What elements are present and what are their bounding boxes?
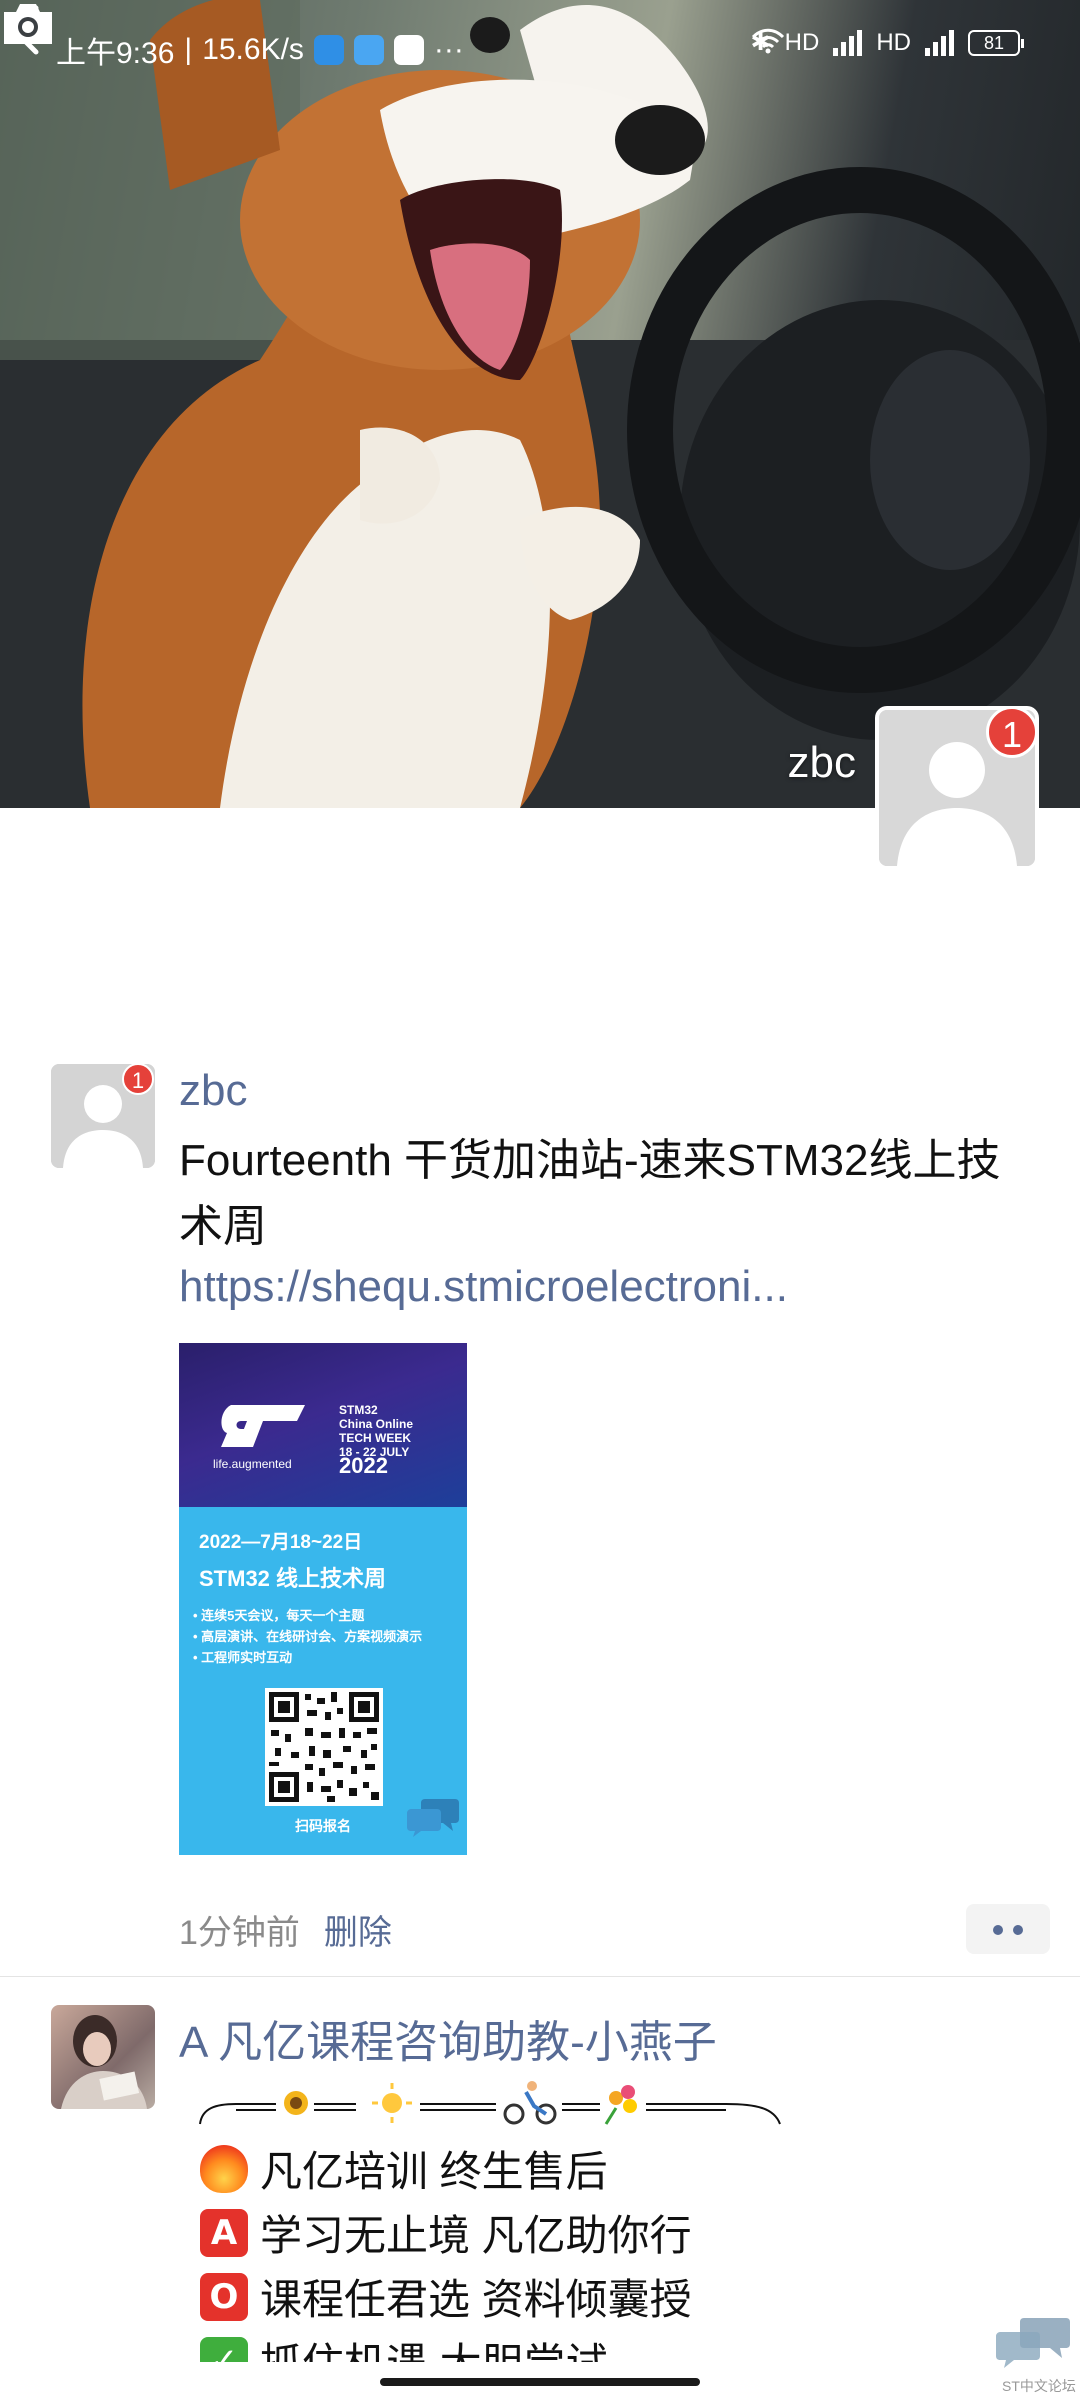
status-time: 上午9:36 <box>56 37 175 70</box>
more-notifications-icon: ··· <box>433 33 464 66</box>
poster-tagline: life.augmented <box>213 1457 292 1471</box>
more-actions-button[interactable] <box>966 1904 1050 1954</box>
home-indicator[interactable] <box>380 2378 700 2386</box>
post-divider <box>0 1976 1080 1977</box>
post-avatar[interactable] <box>51 2005 155 2109</box>
poster-date: 2022—7月18~22日 <box>199 1532 363 1553</box>
post-text: Fourteenth 干货加油站-速来STM32线上技术周 <box>179 1136 1001 1251</box>
weather-app-icon <box>353 35 384 65</box>
camera-icon[interactable] <box>0 0 56 48</box>
post-line: O 课程任君选 资料倾囊授 <box>200 2266 692 2327</box>
forum-logo-icon <box>407 1799 459 1837</box>
hd-label-2: HD <box>876 28 911 56</box>
notification-badge: 1 <box>986 706 1038 758</box>
network-speed: 15.6K/s <box>202 33 304 66</box>
fire-icon <box>200 2144 248 2193</box>
corgi-cover-illustration <box>0 0 1080 808</box>
dot-icon <box>1013 1925 1023 1935</box>
status-bar: 上午9:36 | 15.6K/s ··· ✱ HD HD 81 <box>0 0 1080 96</box>
decorative-divider-icon <box>199 2081 781 2125</box>
forum-watermark-text: ST中文论坛 <box>1002 2378 1076 2394</box>
post-image[interactable]: life.augmented STM32 China Online TECH W… <box>179 1343 467 1855</box>
wifi-icon <box>751 28 784 54</box>
o-button-icon: O <box>200 2272 248 2321</box>
post-link[interactable]: https://shequ.stmicroelectroni... <box>179 1262 788 1312</box>
post-author-name[interactable]: A 凡亿课程咨询助教-小燕子 <box>179 2006 717 2070</box>
status-right: ✱ HD HD 81 <box>751 28 1024 57</box>
qr-code-icon <box>265 1688 383 1806</box>
battery-icon: 81 <box>968 29 1024 56</box>
forum-watermark-icon <box>996 2318 1070 2368</box>
cloud-app-icon <box>313 35 344 65</box>
signal-icon <box>833 29 863 56</box>
poster-header: life.augmented STM32 China Online TECH W… <box>179 1343 467 1507</box>
a-button-icon: A <box>200 2208 248 2257</box>
post-author-name[interactable]: zbc <box>179 1066 247 1116</box>
post-meta: 1分钟前 删除 <box>179 1905 392 1954</box>
cover-photo[interactable]: 上午9:36 | 15.6K/s ··· ✱ HD HD 81 zbc <box>0 0 1080 808</box>
delete-button[interactable]: 删除 <box>324 1905 392 1954</box>
cover-username: zbc <box>787 738 856 787</box>
user-photo-avatar <box>61 2015 147 2109</box>
dot-icon <box>993 1925 1003 1935</box>
post-time: 1分钟前 <box>179 1914 300 1952</box>
post-line: 凡亿培训 终生售后 <box>200 2138 608 2199</box>
hd-label: HD <box>784 28 820 56</box>
signal-icon-2 <box>925 29 954 56</box>
poster-bullets: • 连续5天会议，每天一个主题 • 高层演讲、在线研讨会、方案视频演示 • 工程… <box>193 1608 423 1665</box>
status-left: 上午9:36 | 15.6K/s ··· <box>56 28 464 72</box>
post-line: A 学习无止境 凡亿助你行 <box>200 2202 692 2263</box>
st-logo-icon <box>221 1405 305 1447</box>
map-pin-app-icon <box>393 35 424 65</box>
post-notification-badge: 1 <box>122 1063 154 1095</box>
poster-title: STM32 线上技术周 <box>199 1566 387 1591</box>
poster-event-logo: STM32 China Online TECH WEEK 18 - 22 JUL… <box>339 1403 414 1478</box>
